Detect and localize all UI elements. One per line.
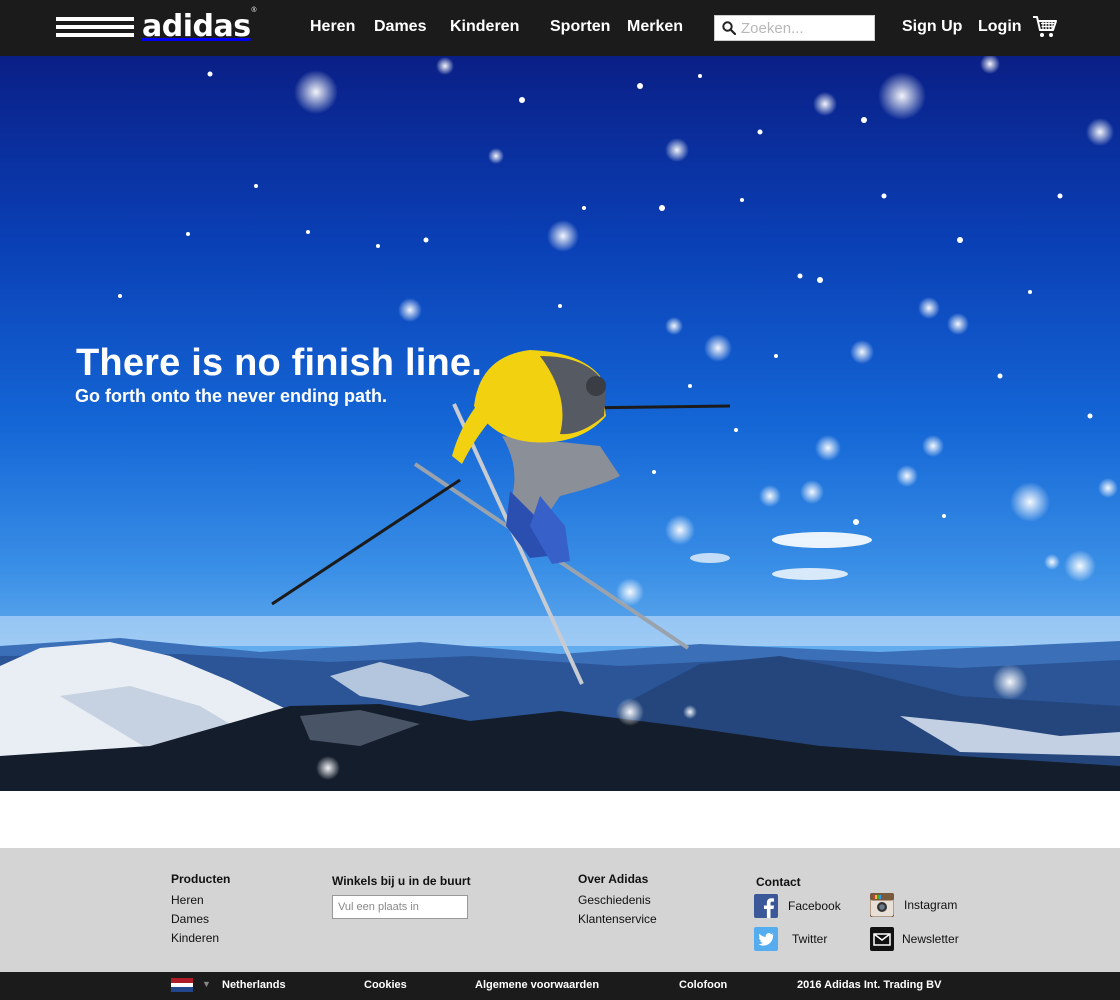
instagram-link[interactable]: Instagram	[870, 893, 957, 917]
search-box	[714, 15, 875, 41]
hero-title: There is no finish line.	[76, 342, 482, 384]
adidas-logo[interactable]: adidas ®	[56, 7, 257, 47]
footer-col-producten: Producten Heren Dames Kinderen	[171, 872, 230, 950]
facebook-label: Facebook	[788, 899, 841, 913]
twitter-link[interactable]: Twitter	[754, 927, 827, 951]
logo-text: adidas	[142, 9, 251, 44]
footer-heading-producten: Producten	[171, 872, 231, 886]
facebook-link[interactable]: Facebook	[754, 894, 841, 918]
nav-item-kinderen[interactable]: Kinderen	[450, 18, 519, 36]
instagram-icon	[870, 893, 894, 917]
terms-link[interactable]: Algemene voorwaarden	[475, 979, 599, 991]
country-selector[interactable]: Netherlands	[222, 979, 286, 991]
footer-link-heren[interactable]: Heren	[171, 893, 230, 907]
footer-link-klantenservice[interactable]: Klantenservice	[578, 912, 657, 926]
hero-skier-image	[0, 56, 1120, 791]
footer-col-contact: Contact	[756, 875, 801, 896]
sign-up-link[interactable]: Sign Up	[902, 18, 962, 36]
hero-banner: There is no finish line. Go forth onto t…	[0, 56, 1120, 791]
nav-item-sporten[interactable]: Sporten	[550, 18, 610, 36]
bottom-bar: ▼ Netherlands Cookies Algemene voorwaard…	[0, 972, 1120, 1000]
login-link[interactable]: Login	[978, 18, 1022, 36]
footer-link-geschiedenis[interactable]: Geschiedenis	[578, 893, 657, 907]
twitter-icon	[754, 927, 778, 951]
top-header: adidas ® Heren Dames Kinderen Sporten Me…	[0, 0, 1120, 56]
cookies-link[interactable]: Cookies	[364, 979, 407, 991]
footer-heading-winkels: Winkels bij u in de buurt	[332, 874, 471, 888]
logo-stripes-icon	[56, 15, 134, 41]
facebook-icon	[754, 894, 778, 918]
footer-link-kinderen[interactable]: Kinderen	[171, 931, 230, 945]
footer-col-over: Over Adidas Geschiedenis Klantenservice	[578, 872, 657, 931]
search-input[interactable]	[741, 17, 869, 39]
footer-heading-over: Over Adidas	[578, 872, 649, 886]
envelope-icon	[870, 927, 894, 951]
store-locator-input[interactable]	[332, 895, 468, 919]
hero-subtitle: Go forth onto the never ending path.	[75, 386, 387, 406]
footer-col-winkels: Winkels bij u in de buurt	[332, 874, 471, 919]
registered-mark: ®	[251, 7, 257, 14]
footer-link-dames[interactable]: Dames	[171, 912, 230, 926]
footer-heading-contact: Contact	[756, 875, 801, 889]
search-icon[interactable]	[722, 21, 736, 35]
colofon-link[interactable]: Colofoon	[679, 979, 727, 991]
copyright-text: 2016 Adidas Int. Trading BV	[797, 979, 942, 991]
twitter-label: Twitter	[792, 932, 828, 946]
nav-item-merken[interactable]: Merken	[627, 18, 683, 36]
newsletter-label: Newsletter	[902, 932, 959, 946]
chevron-down-icon[interactable]: ▼	[202, 979, 211, 989]
newsletter-link[interactable]: Newsletter	[870, 927, 959, 951]
nav-item-dames[interactable]: Dames	[374, 18, 426, 36]
nav-item-heren[interactable]: Heren	[310, 18, 355, 36]
site-footer: Producten Heren Dames Kinderen Winkels b…	[0, 848, 1120, 972]
netherlands-flag-icon[interactable]	[171, 978, 193, 993]
instagram-label: Instagram	[904, 898, 958, 912]
shopping-cart-icon[interactable]	[1032, 14, 1058, 40]
